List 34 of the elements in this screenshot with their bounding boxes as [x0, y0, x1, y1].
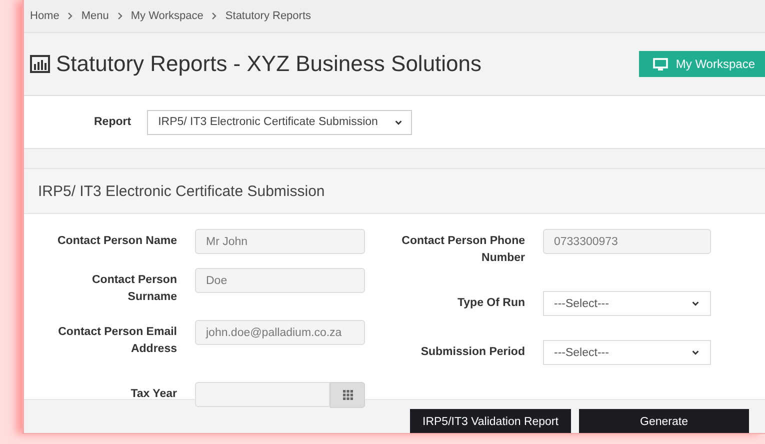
bar-chart-icon [30, 55, 50, 73]
input-field[interactable]: Doe [195, 268, 365, 293]
grid-icon [342, 390, 352, 400]
breadcrumb-link[interactable]: Menu [81, 10, 109, 22]
chevron-right-icon [211, 12, 218, 20]
breadcrumb-link[interactable]: My Workspace [130, 10, 204, 22]
action-button[interactable]: Generate [579, 409, 749, 433]
chevron-right-icon [67, 12, 74, 20]
input-field[interactable]: john.doe@palladium.co.za [195, 320, 365, 345]
page-title: Statutory Reports - XYZ Business Solutions [56, 51, 482, 77]
field-label: Submission Period [420, 345, 525, 360]
input-field[interactable]: Mr John [195, 229, 365, 254]
monitor-icon [652, 58, 668, 70]
section-title: IRP5/ IT3 Electronic Certificate Submission [24, 168, 765, 214]
field-label: Tax Year [130, 387, 177, 402]
chevron-icon [691, 299, 700, 308]
breadcrumb-link[interactable]: Home [30, 10, 60, 22]
select-field[interactable]: ---Select--- [543, 291, 711, 316]
field-label: Contact Person Email Address [57, 325, 177, 357]
action-button[interactable]: IRP5/IT3 Validation Report [410, 409, 571, 433]
select-field[interactable]: ---Select--- [543, 340, 711, 365]
calendar-button[interactable] [330, 382, 365, 408]
field-label: Contact Person Surname [91, 273, 177, 305]
chevron-icon [691, 348, 700, 357]
input-field[interactable] [195, 382, 330, 407]
field-label: Contact Person Name [56, 234, 177, 249]
field-label: Report [94, 116, 132, 128]
field-label: Type Of Run [456, 296, 525, 311]
field-label: Contact Person Phone Number [400, 234, 525, 266]
chevron-right-icon [116, 12, 123, 20]
chevron-icon [394, 118, 404, 126]
input-field[interactable]: 0733300973 [543, 229, 711, 254]
select-field[interactable]: IRP5/ IT3 Electronic Certificate Submission [147, 110, 412, 134]
breadcrumb-link[interactable]: Statutory Reports [225, 10, 312, 22]
